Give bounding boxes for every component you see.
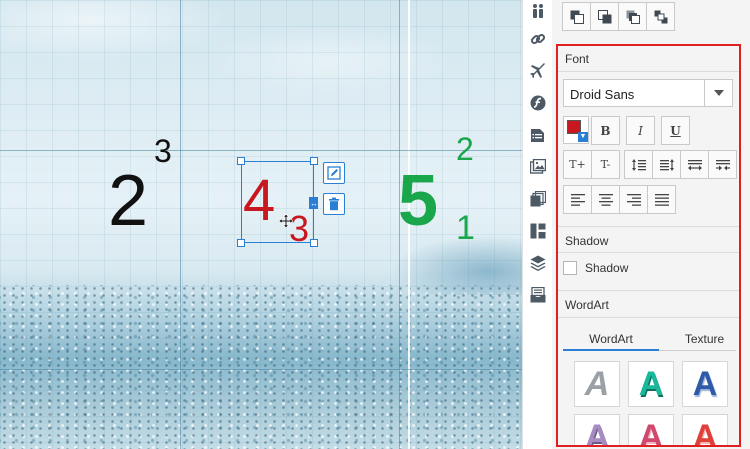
bring-forward-icon xyxy=(570,10,584,24)
send-to-back-button[interactable] xyxy=(646,2,675,31)
divider xyxy=(558,317,739,318)
tab-texture[interactable]: Texture xyxy=(673,327,736,351)
text-five-base[interactable]: 5 xyxy=(398,165,438,237)
flash-icon[interactable] xyxy=(529,94,547,112)
sidebar-icon-strip xyxy=(522,0,552,449)
font-family-value: Droid Sans xyxy=(570,87,635,102)
align-left-button[interactable] xyxy=(563,185,592,214)
wordart-letter: A xyxy=(638,364,664,403)
underline-button[interactable]: U xyxy=(661,116,690,145)
wordart-style-tile[interactable]: A xyxy=(574,414,620,447)
design-canvas[interactable]: 2 3 4 3 5 2 1 ↔ xyxy=(0,0,522,449)
align-right-icon xyxy=(626,193,641,206)
pages-icon[interactable] xyxy=(529,190,547,208)
resize-handle-top-left[interactable] xyxy=(237,157,245,165)
resize-handle-top-right[interactable] xyxy=(310,157,318,165)
wordart-letter: A xyxy=(692,364,718,403)
wordart-letter: A xyxy=(584,364,610,403)
align-center-button[interactable] xyxy=(591,185,620,214)
divider xyxy=(558,226,739,227)
resize-handle-bottom-left[interactable] xyxy=(237,239,245,247)
divider xyxy=(558,252,739,253)
shadow-section-title: Shadow xyxy=(565,234,609,248)
align-left-icon xyxy=(570,193,585,206)
font-family-select[interactable]: Droid Sans xyxy=(563,79,733,107)
text-five-subscript[interactable]: 1 xyxy=(456,211,475,245)
plane-icon[interactable] xyxy=(529,62,547,80)
wordart-style-tile[interactable]: A xyxy=(682,414,728,447)
layout-icon[interactable] xyxy=(529,222,547,240)
bold-button[interactable]: B xyxy=(591,116,620,145)
dropdown-arrow-icon: ▼ xyxy=(578,132,588,142)
wordart-style-tile[interactable]: A xyxy=(628,361,674,407)
line-spacing-icon xyxy=(631,158,646,171)
superscript-button[interactable]: T+ xyxy=(563,150,592,179)
wordart-letter: A xyxy=(638,417,664,447)
resize-handle-bottom-right[interactable] xyxy=(310,239,318,247)
subscript-button[interactable]: T- xyxy=(591,150,620,179)
bring-forward-button[interactable] xyxy=(562,2,591,31)
edit-icon xyxy=(327,166,341,180)
paragraph-spacing-button[interactable] xyxy=(652,150,681,179)
italic-button[interactable]: I xyxy=(626,116,655,145)
delete-button[interactable] xyxy=(323,193,345,215)
guide-horizontal[interactable] xyxy=(0,369,522,370)
inbox-icon[interactable] xyxy=(529,286,547,304)
paragraph-spacing-icon xyxy=(659,158,674,171)
resize-handle-right[interactable]: ↔ xyxy=(309,197,318,209)
wordart-tabs: WordArt Texture xyxy=(563,327,736,351)
justify-button[interactable] xyxy=(647,185,676,214)
shadow-toggle[interactable]: Shadow xyxy=(563,261,628,275)
bring-to-front-icon xyxy=(626,10,640,24)
selection-box[interactable]: ↔ xyxy=(237,157,318,247)
divider xyxy=(558,290,739,291)
wordart-style-tile[interactable]: A xyxy=(628,414,674,447)
shadow-checkbox-label: Shadow xyxy=(585,261,629,275)
letter-spacing-increase-button[interactable] xyxy=(680,150,709,179)
wordart-section-title: WordArt xyxy=(565,298,609,312)
shadow-checkbox[interactable] xyxy=(563,261,577,275)
wordart-letter: A xyxy=(584,417,610,447)
guide-vertical[interactable] xyxy=(180,0,181,449)
chevron-down-icon[interactable] xyxy=(704,80,732,106)
letter-spacing-decrease-icon xyxy=(715,159,730,170)
align-right-button[interactable] xyxy=(619,185,648,214)
font-color-picker[interactable]: ▼ xyxy=(563,116,589,144)
tab-wordart[interactable]: WordArt xyxy=(563,327,659,351)
layers-icon[interactable] xyxy=(529,254,547,272)
send-backward-button[interactable] xyxy=(590,2,619,31)
guide-horizontal[interactable] xyxy=(0,150,522,151)
bring-to-front-button[interactable] xyxy=(618,2,647,31)
letter-spacing-decrease-button[interactable] xyxy=(708,150,737,179)
wordart-letter: A xyxy=(692,417,718,447)
text-properties-section: Font Droid Sans ▼ B I U T+ T- Shadow Sha… xyxy=(556,44,741,447)
text-five-superscript[interactable]: 2 xyxy=(456,133,474,165)
send-to-back-icon xyxy=(654,10,667,23)
people-icon[interactable] xyxy=(529,2,547,20)
link-icon[interactable] xyxy=(529,30,547,48)
image-icon[interactable] xyxy=(529,158,547,176)
arrange-toolbar xyxy=(562,2,675,31)
text-two-superscript[interactable]: 3 xyxy=(154,135,172,167)
document-icon[interactable] xyxy=(529,126,547,144)
edit-text-button[interactable] xyxy=(323,162,345,184)
letter-spacing-increase-icon xyxy=(687,159,702,170)
send-backward-icon xyxy=(597,9,611,23)
line-spacing-button[interactable] xyxy=(624,150,653,179)
trash-icon xyxy=(329,197,339,211)
justify-icon xyxy=(654,193,669,206)
font-section-title: Font xyxy=(565,52,590,66)
move-cursor-icon xyxy=(279,214,293,228)
divider xyxy=(558,71,739,72)
wordart-style-tile[interactable]: A xyxy=(682,361,728,407)
text-two-base[interactable]: 2 xyxy=(108,165,148,237)
align-center-icon xyxy=(598,193,613,206)
wordart-style-tile[interactable]: A xyxy=(574,361,620,407)
